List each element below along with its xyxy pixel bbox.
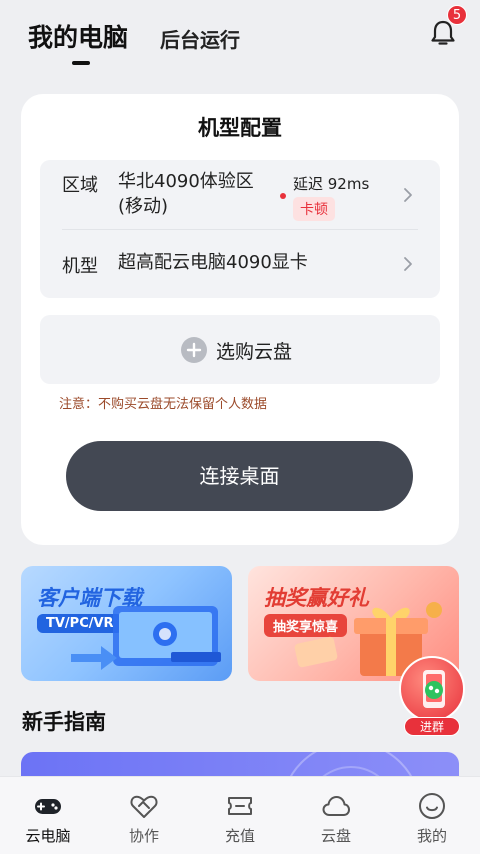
cloud-icon [322, 796, 350, 816]
nav-label: 协作 [128, 827, 159, 845]
nav-recharge[interactable]: 充值 [192, 777, 288, 854]
buy-cloud-disk-label: 选购云盘 [216, 341, 293, 363]
handshake-icon [130, 795, 158, 818]
region-row[interactable]: 区域 华北4090体验区 (移动) 延迟 92ms 卡顿 [40, 160, 440, 229]
disk-notice: 注意：不购买云盘无法保留个人数据 [59, 397, 268, 412]
active-tab-indicator [72, 61, 90, 65]
nav-label: 我的 [416, 827, 447, 845]
nav-label: 云盘 [320, 827, 351, 845]
bottom-navigation: 云电脑 协作 充值 云盘 我的 [0, 776, 480, 854]
devices-illustration [71, 606, 221, 670]
nav-collaborate[interactable]: 协作 [96, 777, 192, 854]
nav-label: 充值 [224, 827, 255, 845]
chevron-right-icon [404, 188, 412, 202]
smile-icon [419, 793, 445, 819]
buy-cloud-disk-button[interactable]: 选购云盘 [40, 315, 440, 384]
latency-value: 延迟 92ms [293, 175, 370, 193]
nav-mine[interactable]: 我的 [384, 777, 480, 854]
region-value-line1: 华北4090体验区 [118, 171, 254, 192]
client-download-banner[interactable]: 客户端下载 TV/PC/VR [21, 566, 232, 681]
model-row[interactable]: 机型 超高配云电脑4090显卡 [40, 230, 440, 298]
nav-label: 云电脑 [25, 827, 71, 845]
ticket-icon [228, 797, 252, 815]
gamepad-icon [35, 799, 61, 814]
card-title: 机型配置 [198, 116, 282, 140]
tab-my-computer[interactable]: 我的电脑 [28, 18, 128, 54]
join-group-float-button[interactable]: 进群 [395, 654, 469, 738]
nav-cloud-pc[interactable]: 云电脑 [0, 777, 96, 854]
region-value-line2: (移动) [118, 196, 169, 217]
chevron-right-icon [404, 257, 412, 271]
model-value: 超高配云电脑4090显卡 [118, 252, 308, 273]
config-options: 区域 华北4090体验区 (移动) 延迟 92ms 卡顿 机型 超高配云电脑40… [40, 160, 440, 298]
guide-section-title: 新手指南 [22, 710, 106, 734]
header: 我的电脑 后台运行 5 [0, 0, 480, 80]
join-group-icon [399, 656, 465, 722]
lag-status-badge: 卡顿 [293, 197, 335, 221]
notification-badge: 5 [447, 5, 467, 25]
connect-desktop-button[interactable]: 连接桌面 [66, 441, 413, 511]
tab-background-running[interactable]: 后台运行 [160, 24, 240, 53]
plus-icon [181, 337, 207, 363]
nav-cloud-disk[interactable]: 云盘 [288, 777, 384, 854]
region-label: 区域 [62, 175, 98, 196]
model-label: 机型 [62, 256, 98, 277]
config-card: 机型配置 区域 华北4090体验区 (移动) 延迟 92ms 卡顿 机型 超高配… [21, 94, 459, 545]
latency-status-dot [280, 193, 286, 199]
join-group-label: 进群 [404, 717, 460, 736]
